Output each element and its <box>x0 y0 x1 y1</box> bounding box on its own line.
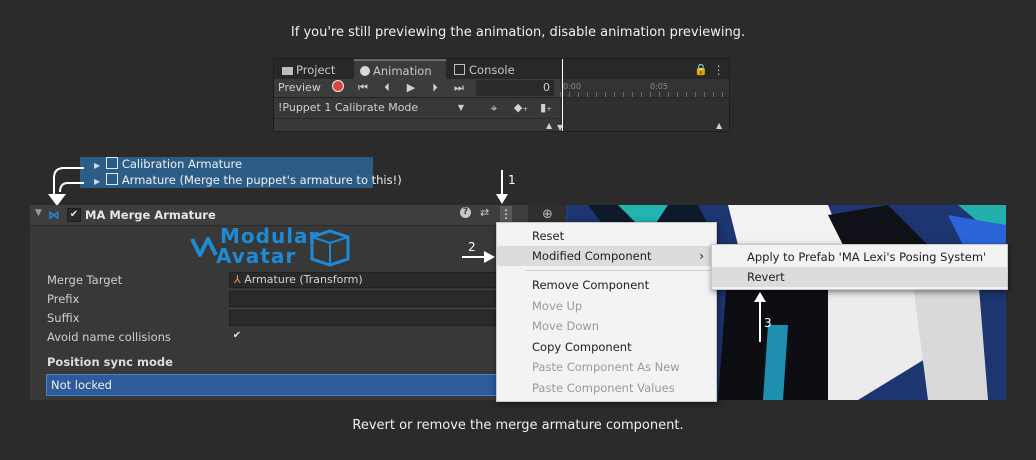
tab-project[interactable]: Project <box>282 61 335 79</box>
bottom-caption: Revert or remove the merge armature comp… <box>352 418 684 433</box>
chevron-right-icon: › <box>699 249 704 263</box>
prev-key-button[interactable]: ⏴ <box>378 80 396 96</box>
playhead-handle-icon[interactable]: ▼ <box>557 123 563 132</box>
menu-item-modified-component[interactable]: Modified Component › <box>497 246 716 266</box>
tab-bar: Project Animation Console 🔒 ⋮ <box>274 59 729 79</box>
modified-component-submenu: Apply to Prefab 'MA Lexi's Posing System… <box>711 244 1008 290</box>
drag-arrow <box>48 167 84 206</box>
scroll-up-arrow-icon[interactable]: ▲ <box>546 121 552 130</box>
avoid-name-collisions-checkbox[interactable]: ✔ <box>231 330 243 342</box>
step1-arrow <box>496 170 508 204</box>
preview-button[interactable]: Preview <box>278 80 324 96</box>
console-icon <box>454 64 465 75</box>
avoid-name-collisions-label: Avoid name collisions <box>47 330 171 344</box>
logo-text-line2: Avatar <box>216 244 297 268</box>
component-menu-icon[interactable]: ⋮ <box>500 206 512 223</box>
modified-component-label: Modified Component <box>532 249 652 263</box>
merge-target-value: Armature (Transform) <box>244 273 363 286</box>
next-key-button[interactable]: ⏵ <box>426 80 444 96</box>
position-sync-label: Position sync mode <box>47 355 173 369</box>
gameobject-cube-icon <box>105 157 118 169</box>
hierarchy-item-calibration-armature[interactable]: ▶ Calibration Armature <box>94 157 242 172</box>
suffix-field[interactable] <box>229 310 528 326</box>
modular-avatar-logo: Modular Avatar <box>190 225 360 271</box>
lock-icon[interactable]: 🔒 <box>694 61 708 79</box>
position-sync-dropdown[interactable]: Not locked <box>46 374 528 396</box>
step3-number: 3 <box>764 316 772 330</box>
tab-animation[interactable]: Animation <box>354 59 446 79</box>
tab-project-label: Project <box>296 63 336 77</box>
help-icon[interactable]: ? <box>460 207 471 218</box>
modular-avatar-icon: ⋈ <box>48 208 60 222</box>
time-ruler: 0:00 0:05 <box>560 79 729 98</box>
menu-item-paste-values: Paste Component Values <box>532 381 675 395</box>
prefix-field[interactable] <box>229 291 528 307</box>
suffix-label: Suffix <box>47 311 80 325</box>
clip-dropdown[interactable]: !Puppet 1 Calibrate Mode ▼ <box>278 100 468 116</box>
foldout-arrow-icon[interactable]: ▼ <box>35 208 42 218</box>
prefix-label: Prefix <box>47 292 80 306</box>
transform-icon: ⅄ <box>234 273 241 286</box>
menu-item-move-down: Move Down <box>532 319 600 333</box>
tab-console[interactable]: Console <box>454 61 515 79</box>
timeline-area[interactable]: 0:00 0:05 ▲ ▼ <box>557 59 729 132</box>
playhead[interactable] <box>562 59 563 131</box>
tab-animation-label: Animation <box>373 64 432 78</box>
enabled-checkbox[interactable]: ✔ <box>67 208 81 222</box>
menu-item-apply-to-prefab[interactable]: Apply to Prefab 'MA Lexi's Posing System… <box>712 247 1007 267</box>
hierarchy-item-armature[interactable]: ▶ Armature (Merge the puppet's armature … <box>94 173 402 188</box>
chevron-down-icon: ▼ <box>457 103 464 112</box>
hierarchy-label-1: Armature (Merge the puppet's armature to… <box>121 173 402 187</box>
component-context-menu: Reset Modified Component › Remove Compon… <box>496 222 717 402</box>
menu-item-move-up: Move Up <box>532 299 583 313</box>
merge-target-label: Merge Target <box>47 273 123 287</box>
record-button[interactable] <box>330 80 346 96</box>
menu-separator <box>525 270 711 271</box>
hierarchy-label-0: Calibration Armature <box>121 157 243 171</box>
clock-icon <box>360 66 370 76</box>
tick-label-0: 0:00 <box>563 82 581 91</box>
top-caption: If you're still previewing the animation… <box>290 25 746 40</box>
diamond-filter-icon[interactable]: ⌖ <box>486 100 502 116</box>
kebab-menu-icon[interactable]: ⋮ <box>713 61 725 79</box>
menu-item-paste-as-new: Paste Component As New <box>532 360 680 374</box>
menu-item-remove-component[interactable]: Remove Component <box>497 275 716 295</box>
merge-target-field[interactable]: ⅄ Armature (Transform) <box>229 272 528 288</box>
add-event-icon[interactable]: ▮₊ <box>538 100 554 116</box>
play-button[interactable]: ▶ <box>402 80 420 96</box>
component-header[interactable]: ▼ ⋈ ✔ MA Merge Armature ? ⇄ ⋮ <box>30 205 528 226</box>
presets-icon[interactable]: ⇄ <box>480 206 489 219</box>
record-icon <box>332 80 344 92</box>
gameobject-cube-icon <box>105 173 118 185</box>
tick-label-1: 0:05 <box>650 82 668 91</box>
last-key-button[interactable]: ⏭ <box>450 80 468 96</box>
step1-number: 1 <box>508 173 516 187</box>
scroll-up-arrow-icon-2[interactable]: ▲ <box>716 121 722 130</box>
expand-arrow-icon: ▶ <box>94 161 101 170</box>
hierarchy-selection: ▶ Calibration Armature ▶ Armature (Merge… <box>80 157 402 188</box>
frame-field[interactable]: 0 <box>476 80 554 96</box>
add-keyframe-icon[interactable]: ◆₊ <box>512 100 530 116</box>
expand-arrow-icon: ▶ <box>94 177 101 186</box>
component-title: MA Merge Armature <box>85 208 216 222</box>
folder-icon <box>282 67 293 75</box>
tab-console-label: Console <box>469 63 515 77</box>
inspector-panel: ▼ ⋈ ✔ MA Merge Armature ? ⇄ ⋮ Modular Av… <box>30 205 528 400</box>
step2-number: 2 <box>468 240 476 254</box>
tick-marks <box>560 92 729 97</box>
first-key-button[interactable]: ⏮ <box>354 80 372 96</box>
menu-item-copy-component[interactable]: Copy Component <box>497 337 716 357</box>
menu-item-revert[interactable]: Revert <box>712 267 1007 287</box>
clip-name: !Puppet 1 Calibrate Mode <box>278 101 419 114</box>
menu-item-reset[interactable]: Reset <box>497 226 716 246</box>
animation-window: Project Animation Console 🔒 ⋮ Preview ⏮ … <box>273 58 730 132</box>
